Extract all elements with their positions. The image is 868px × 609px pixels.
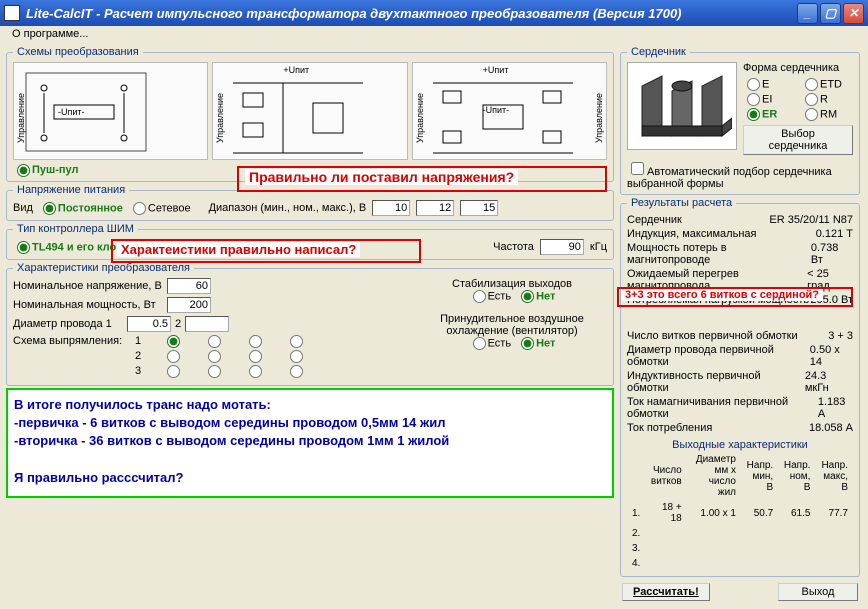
rect-1b[interactable] [204, 335, 223, 348]
supply-ac-radio[interactable]: Сетевое [129, 202, 191, 215]
stab-yes[interactable]: Есть [469, 290, 511, 303]
wire2-input[interactable] [185, 316, 229, 332]
core-image [627, 62, 737, 150]
result-value: 0.121 Т [816, 228, 853, 240]
app-icon [4, 5, 20, 21]
rect-2d[interactable] [286, 350, 305, 363]
wire-label: Диаметр провода 1 [13, 318, 123, 330]
choose-core-button[interactable]: Выбор сердечника [743, 125, 853, 155]
result-label: Сердечник [627, 214, 682, 226]
rect-2a[interactable] [163, 350, 182, 363]
pnom-label: Номинальная мощность, Вт [13, 299, 163, 311]
converter-group: Характеристики преобразователя Номинальн… [6, 262, 614, 386]
calc-button[interactable]: Рассчитать! [622, 583, 710, 601]
pushpull-radio[interactable]: Пуш-пул [13, 164, 78, 176]
green-note: В итоге получилось транс надо мотать: -п… [6, 388, 614, 498]
stab-label: Стабилизация выходов [417, 278, 607, 290]
core-group: Сердечник Форма сердечника E [620, 46, 860, 195]
rect-1a[interactable] [163, 335, 182, 348]
result-value: 1.183 А [818, 396, 853, 420]
result-value: ER 35/20/11 N87 [769, 214, 853, 226]
result-label: Ток намагничивания первичной обмотки [627, 396, 818, 420]
rect-2b[interactable] [204, 350, 223, 363]
supply-dc-radio[interactable]: Постоянное [39, 202, 123, 215]
supply-nom[interactable] [416, 200, 454, 216]
shape-EI[interactable]: EI [743, 93, 795, 106]
cool-label: Принудительное воздушное охлаждение (вен… [417, 313, 607, 337]
stab-no[interactable]: Нет [517, 290, 555, 303]
rect-3a[interactable] [163, 365, 182, 378]
wire1-input[interactable] [127, 316, 171, 332]
rect-1c[interactable] [245, 335, 264, 348]
rect-1d[interactable] [286, 335, 305, 348]
pwm-group: Тип контроллера ШИМ TL494 и его клоны Ча… [6, 223, 614, 260]
note-q1: Правильно ли поставил напряжения? [245, 169, 518, 185]
schemes-group: Схемы преобразования Управление -Uпит- У… [6, 46, 614, 182]
menubar: О программе... [0, 26, 868, 42]
titlebar: Lite-CalcIT - Расчет импульсного трансфо… [0, 0, 868, 26]
close-button[interactable]: ✕ [843, 3, 864, 24]
result-value: 24.3 мкГн [805, 370, 853, 394]
rect-2c[interactable] [245, 350, 264, 363]
pnom-input[interactable] [167, 297, 211, 313]
supply-kind-label: Вид [13, 202, 33, 214]
note-q2: Характеистики правильно написал? [117, 242, 360, 257]
result-label: Индуктивность первичной обмотки [627, 370, 805, 394]
window-title: Lite-CalcIT - Расчет импульсного трансфо… [26, 6, 797, 21]
auto-core-check[interactable]: Автоматический подбор сердечника выбранн… [627, 166, 832, 190]
wire2-label: 2 [175, 318, 181, 330]
output-table: Число витковДиаметр мм х число жилНапр. … [627, 451, 853, 572]
converter-legend: Характеристики преобразователя [13, 262, 194, 274]
result-value: 0.738 Вт [811, 242, 853, 266]
result-value: 3 + 3 [828, 330, 853, 342]
result-value: 0.50 x 14 [810, 344, 853, 368]
minimize-button[interactable]: _ [797, 3, 818, 24]
rect-label: Схема выпрямления: [13, 335, 131, 347]
result-label: Индукция, максимальная [627, 228, 756, 240]
freq-input[interactable] [540, 239, 584, 255]
shape-E[interactable]: E [743, 78, 795, 91]
shape-ETD[interactable]: ETD [801, 78, 853, 91]
result-label: Мощность потерь в магнитопроводе [627, 242, 811, 266]
result-value: 18.058 А [809, 422, 853, 434]
rect-3c[interactable] [245, 365, 264, 378]
core-legend: Сердечник [627, 46, 690, 58]
menu-about[interactable]: О программе... [6, 26, 94, 42]
scheme-2[interactable]: Управление +Uпит [212, 62, 407, 160]
pwm-legend: Тип контроллера ШИМ [13, 223, 138, 235]
maximize-button[interactable]: ▢ [820, 3, 841, 24]
rect-3b[interactable] [204, 365, 223, 378]
supply-min[interactable] [372, 200, 410, 216]
shape-R[interactable]: R [801, 93, 853, 106]
freq-label: Частота [493, 241, 534, 253]
shape-ER[interactable]: ER [743, 108, 795, 121]
shape-RM[interactable]: RM [801, 108, 853, 121]
range-label: Диапазон (мин., ном., макс.), В [209, 202, 367, 214]
result-label: Ток потребления [627, 422, 712, 434]
cool-no[interactable]: Нет [517, 337, 555, 350]
results-legend: Результаты расчета [627, 197, 736, 209]
rect-3d[interactable] [286, 365, 305, 378]
note-q3: 3+3 это всего 6 витков с сердиной? [621, 289, 823, 301]
supply-max[interactable] [460, 200, 498, 216]
cool-yes[interactable]: Есть [469, 337, 511, 350]
vnom-input[interactable] [167, 278, 211, 294]
results-group: Результаты расчета Сердечник ER 35/20/11 … [620, 197, 860, 577]
out-legend: Выходные характеристики [627, 439, 853, 451]
vnom-label: Номинальное напряжение, В [13, 280, 163, 292]
shape-label: Форма сердечника [743, 62, 853, 74]
result-label: Диаметр провода первичной обмотки [627, 344, 810, 368]
scheme-1[interactable]: Управление -Uпит- [13, 62, 208, 160]
result-label: Число витков первичной обмотки [627, 330, 798, 342]
freq-unit: кГц [590, 241, 607, 253]
supply-legend: Напряжение питания [13, 184, 129, 196]
schemes-legend: Схемы преобразования [13, 46, 143, 58]
exit-button[interactable]: Выход [778, 583, 858, 601]
scheme-3[interactable]: Управление Управление +Uпит -Uпит- [412, 62, 607, 160]
